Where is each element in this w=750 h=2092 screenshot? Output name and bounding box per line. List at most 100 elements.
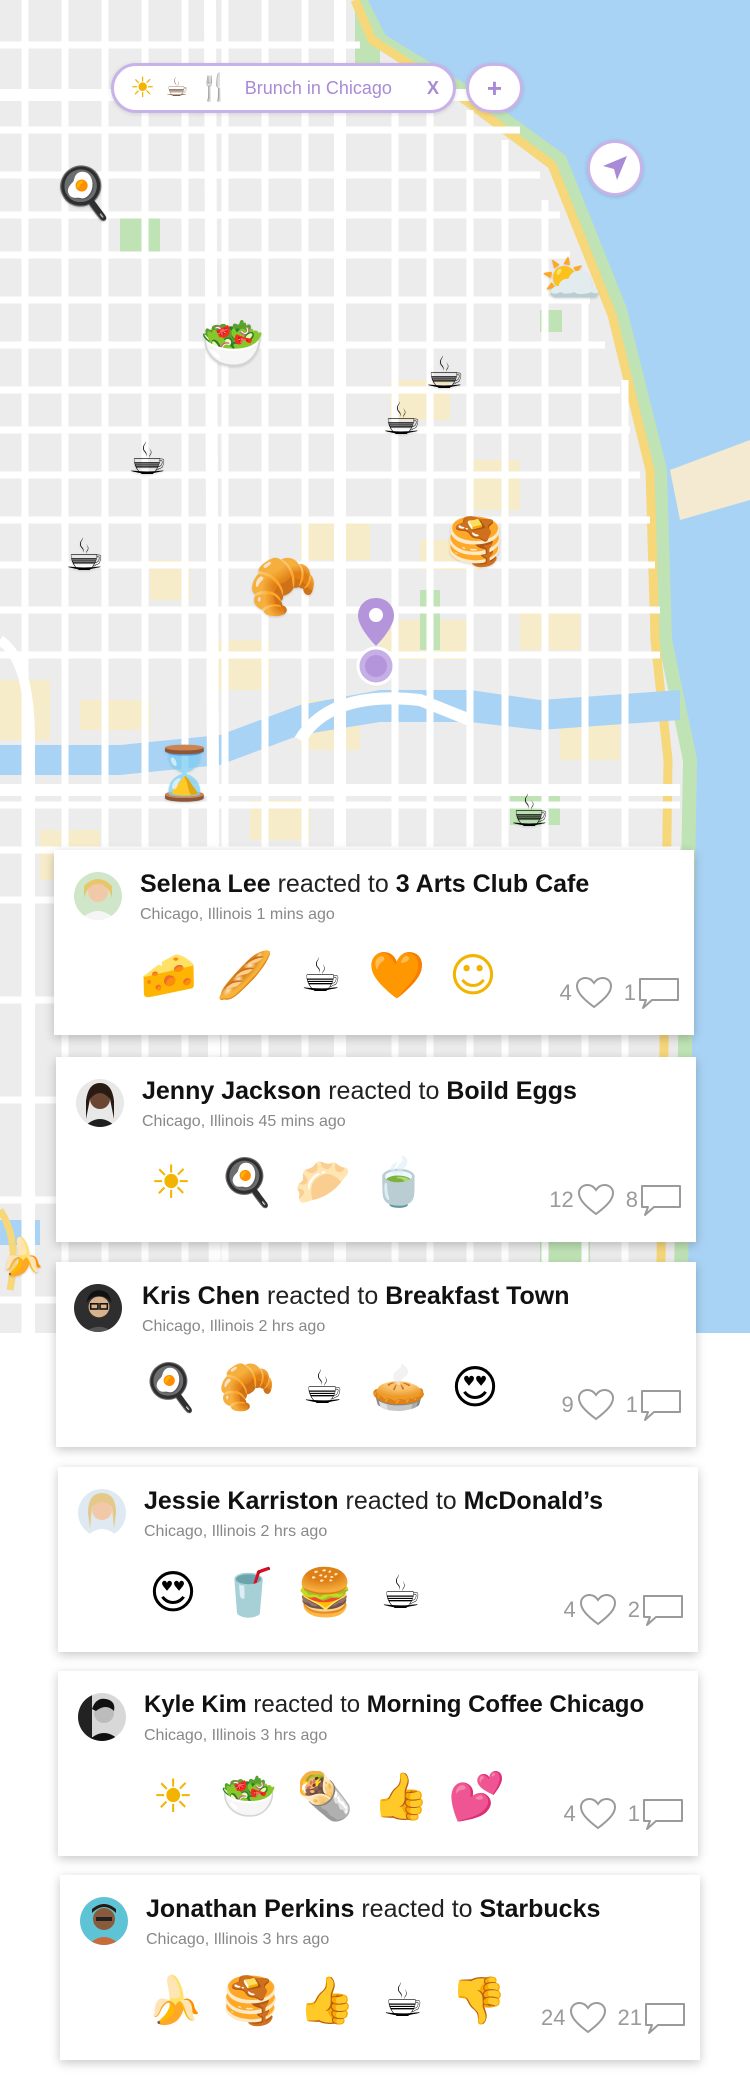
banana-icon: 🍌: [146, 1973, 204, 2027]
comment-bubble-icon[interactable]: [638, 976, 680, 1010]
search-filter-pill[interactable]: ☀ ☕ 🍴 Brunch in Chicago X: [111, 63, 456, 113]
baguette-icon: 🥖: [216, 948, 274, 1002]
like-stat[interactable]: 12: [549, 1183, 615, 1217]
feed-card[interactable]: Jessie Karriston reacted to McDonald’s C…: [58, 1467, 698, 1652]
heart-outline-icon[interactable]: [576, 1388, 616, 1422]
coffee-marker[interactable]: ☕: [510, 790, 549, 834]
like-stat[interactable]: 24: [541, 2001, 607, 2035]
clear-search-button[interactable]: X: [427, 78, 439, 99]
user-name[interactable]: Jessie Karriston: [144, 1487, 339, 1515]
post-stats: 4 1: [560, 976, 681, 1010]
heart-outline-icon[interactable]: [578, 1593, 618, 1627]
heart-outline-icon[interactable]: [576, 1183, 616, 1217]
post-location: Chicago, Illinois: [142, 1113, 255, 1130]
location-pin-icon[interactable]: [354, 596, 398, 688]
post-headline: Kris Chen reacted to Breakfast Town: [142, 1282, 570, 1311]
comment-bubble-icon[interactable]: [640, 1388, 682, 1422]
coffee-marker[interactable]: ☕: [65, 534, 104, 578]
like-count: 12: [549, 1187, 574, 1212]
avatar[interactable]: [76, 1079, 124, 1127]
comment-stat[interactable]: 1: [626, 1388, 682, 1422]
place-name[interactable]: Breakfast Town: [385, 1282, 569, 1310]
user-name[interactable]: Jonathan Perkins: [146, 1895, 354, 1923]
add-filter-button[interactable]: +: [466, 63, 523, 113]
coffee-icon: ☕: [300, 948, 342, 1002]
croissant-marker[interactable]: 🥐: [248, 560, 318, 616]
comment-stat[interactable]: 8: [626, 1183, 682, 1217]
comment-count: 2: [627, 1597, 640, 1622]
post-headline: Selena Lee reacted to 3 Arts Club Cafe: [140, 870, 589, 899]
post-location: Chicago, Illinois: [140, 906, 253, 923]
pancakes-marker[interactable]: 🥞: [446, 518, 503, 564]
place-name[interactable]: Morning Coffee Chicago: [367, 1691, 644, 1718]
comment-bubble-icon[interactable]: [642, 1593, 684, 1627]
heart-outline-icon[interactable]: [574, 976, 614, 1010]
like-stat[interactable]: 4: [564, 1797, 618, 1831]
frying-egg-marker[interactable]: 🍳: [52, 168, 114, 218]
feed-card[interactable]: Jenny Jackson reacted to Boild Eggs Chic…: [56, 1057, 696, 1242]
avatar[interactable]: [78, 1693, 126, 1741]
reaction-list: ☀ 🥗 🌯 👍 💕: [142, 1765, 508, 1827]
like-count: 4: [559, 980, 572, 1005]
post-stats: 4 1: [564, 1797, 685, 1831]
cheese-icon: 🧀: [140, 948, 198, 1002]
heart-outline-icon[interactable]: [578, 1797, 618, 1831]
comment-bubble-icon[interactable]: [640, 1183, 682, 1217]
post-meta: Chicago, Illinois 2 hrs ago: [142, 1318, 325, 1336]
post-meta: Chicago, Illinois 3 hrs ago: [146, 1931, 329, 1949]
comment-stat[interactable]: 2: [628, 1593, 684, 1627]
post-meta: Chicago, Illinois 45 mins ago: [142, 1113, 346, 1131]
banana-marker[interactable]: 🍌: [0, 1240, 45, 1276]
coffee-marker[interactable]: ☕: [382, 398, 421, 442]
coffee-icon: ☕: [380, 1565, 422, 1619]
pie-icon: 🥧: [370, 1360, 428, 1414]
salad-marker[interactable]: 🥗: [200, 318, 265, 370]
comment-stat[interactable]: 1: [624, 976, 680, 1010]
coffee-icon: ☕: [382, 1973, 424, 2027]
avatar[interactable]: [74, 872, 122, 920]
avatar[interactable]: [74, 1284, 122, 1332]
comment-bubble-icon[interactable]: [644, 2001, 686, 2035]
avatar[interactable]: [80, 1897, 128, 1945]
user-name[interactable]: Selena Lee: [140, 870, 271, 898]
like-stat[interactable]: 4: [564, 1593, 618, 1627]
soda-cup-icon: 🥤: [220, 1565, 278, 1619]
user-name[interactable]: Jenny Jackson: [142, 1077, 321, 1105]
user-name[interactable]: Kris Chen: [142, 1282, 260, 1310]
user-avatar-image: [74, 872, 122, 920]
like-stat[interactable]: 9: [562, 1388, 616, 1422]
green-tea-icon: 🍵: [370, 1155, 428, 1209]
coffee-marker[interactable]: ☕: [128, 438, 167, 482]
user-name[interactable]: Kyle Kim: [144, 1691, 247, 1718]
like-count: 9: [561, 1392, 574, 1417]
place-name[interactable]: Boild Eggs: [446, 1077, 577, 1105]
like-count: 24: [541, 2005, 566, 2030]
user-avatar-image: [76, 1079, 124, 1127]
sun-icon: ☀: [130, 71, 156, 104]
place-name[interactable]: McDonald’s: [464, 1487, 603, 1515]
comment-stat[interactable]: 21: [618, 2001, 686, 2035]
reaction-list: ☀ 🍳 🥟 🍵: [140, 1151, 430, 1213]
post-location: Chicago, Illinois: [142, 1318, 255, 1335]
place-name[interactable]: Starbucks: [480, 1895, 601, 1923]
coffee-marker[interactable]: ☕: [425, 352, 464, 396]
feed-card[interactable]: Jonathan Perkins reacted to Starbucks Ch…: [60, 1875, 700, 2060]
like-count: 4: [563, 1597, 576, 1622]
hourglass-marker[interactable]: ⌛: [152, 748, 217, 800]
locate-me-button[interactable]: [587, 140, 643, 196]
feed-card[interactable]: Selena Lee reacted to 3 Arts Club Cafe C…: [54, 850, 694, 1035]
avatar[interactable]: [78, 1489, 126, 1537]
feed-card[interactable]: Kris Chen reacted to Breakfast Town Chic…: [56, 1262, 696, 1447]
comment-stat[interactable]: 1: [628, 1797, 684, 1831]
heart-outline-icon[interactable]: [568, 2001, 608, 2035]
fork-knife-icon: 🍴: [198, 73, 231, 103]
like-stat[interactable]: 4: [560, 976, 614, 1010]
frying-egg-icon: 🍳: [142, 1360, 200, 1414]
place-name[interactable]: 3 Arts Club Cafe: [396, 870, 590, 898]
action-verb: reacted to: [361, 1895, 473, 1923]
reaction-list: 😍 🥤 🍔 ☕: [142, 1561, 432, 1623]
sun-behind-cloud-marker[interactable]: ⛅: [540, 254, 602, 304]
comment-bubble-icon[interactable]: [642, 1797, 684, 1831]
feed-card[interactable]: Kyle Kim reacted to Morning Coffee Chica…: [58, 1671, 698, 1856]
post-stats: 9 1: [562, 1388, 683, 1422]
